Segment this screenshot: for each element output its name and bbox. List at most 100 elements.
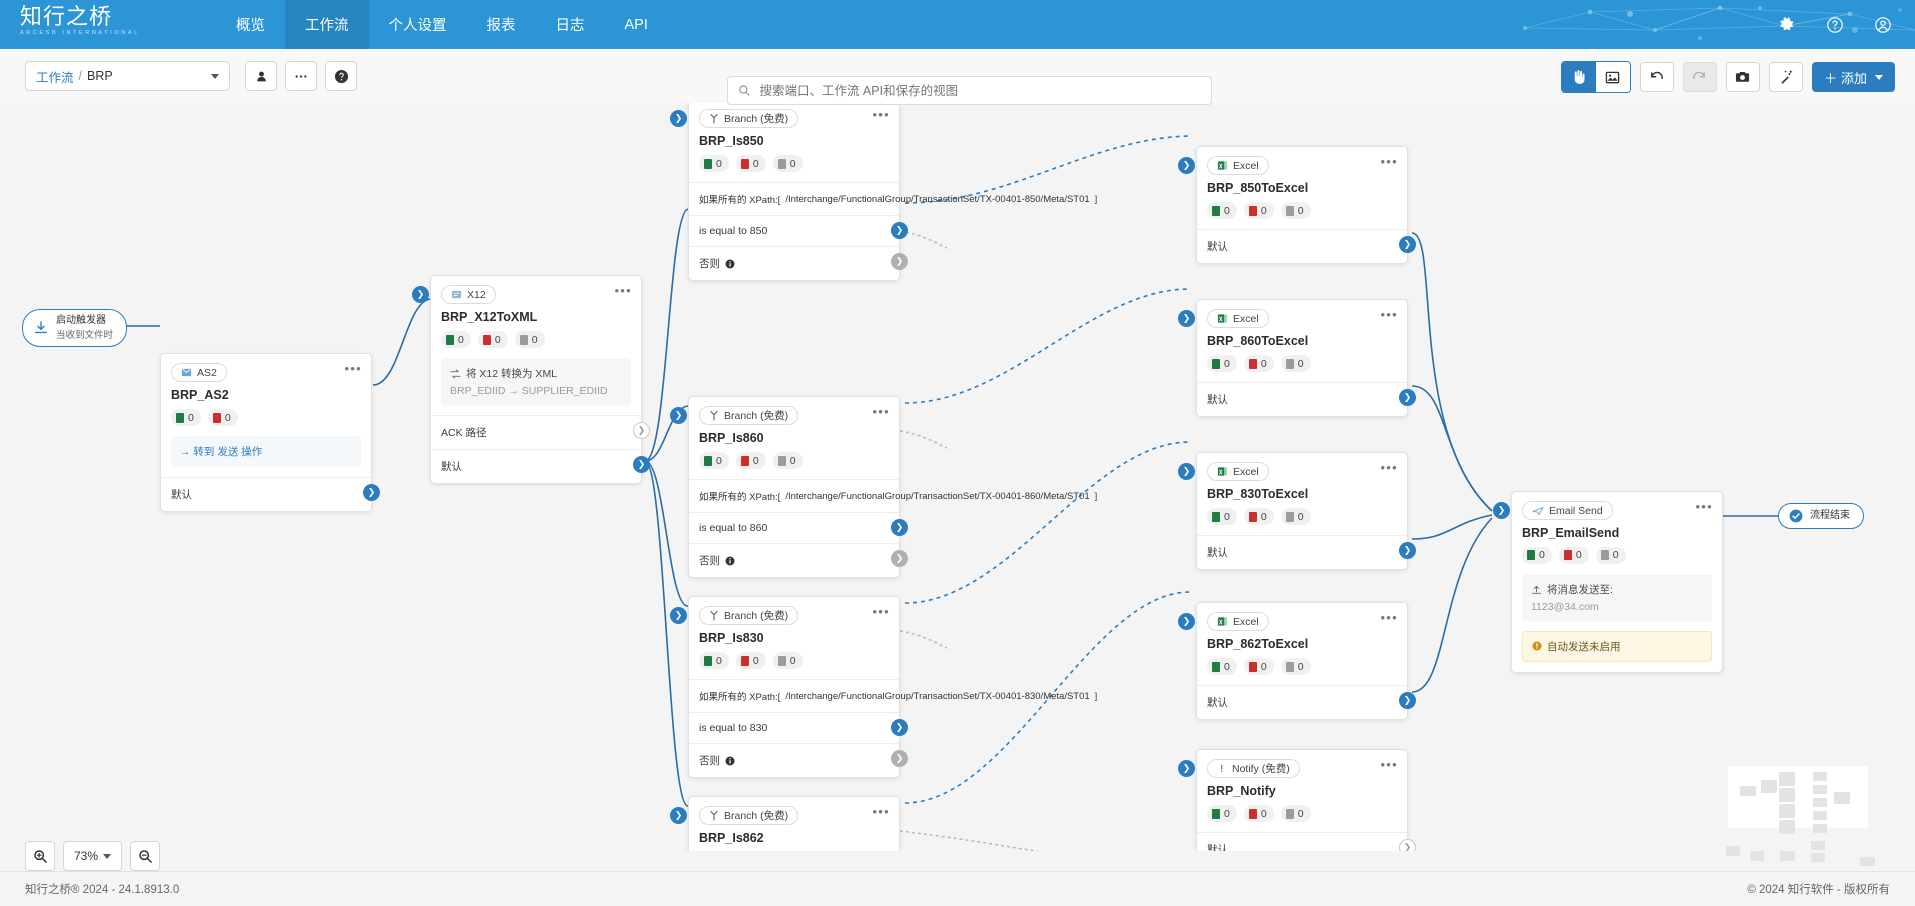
node-menu-icon[interactable]: •••: [872, 405, 890, 418]
node-menu-icon[interactable]: •••: [1380, 611, 1398, 624]
input-port[interactable]: ❯: [1178, 613, 1195, 630]
badge-pending[interactable]: 0: [772, 452, 803, 469]
node-menu-icon[interactable]: •••: [614, 284, 632, 297]
pan-tool-button[interactable]: [1561, 62, 1596, 92]
output-port-ack[interactable]: ❯: [633, 422, 650, 439]
input-port[interactable]: ❯: [670, 110, 687, 127]
output-port[interactable]: ❯: [633, 456, 650, 473]
node-branch-is830[interactable]: Branch (免费) ••• ❯ BRP_Is830 0 0 0 如果所有的 …: [670, 596, 1097, 778]
badge-pending[interactable]: 0: [1280, 355, 1311, 372]
badge-pending[interactable]: 0: [1280, 508, 1311, 525]
node-branch-is860[interactable]: Branch (免费) ••• ❯ BRP_Is860 0 0 0 如果所有的 …: [670, 396, 1097, 578]
node-menu-icon[interactable]: •••: [1380, 155, 1398, 168]
output-port[interactable]: ❯: [1399, 389, 1416, 406]
badge-success[interactable]: 0: [441, 331, 471, 348]
node-condition-row[interactable]: is equal to 830 ❯: [689, 712, 908, 743]
node-branch-is850[interactable]: Branch (免费) ••• ❯ BRP_Is850 0 0 0 如果所有的 …: [670, 103, 1097, 281]
output-port[interactable]: ❯: [1399, 236, 1416, 253]
node-ack-path-row[interactable]: ACK 路径 ❯: [431, 415, 650, 449]
badge-success[interactable]: 0: [1207, 508, 1237, 525]
node-excel-860[interactable]: Excel ••• ❯ BRP_860ToExcel 0 0 0 默认 ❯: [1178, 299, 1416, 417]
badge-pending[interactable]: 0: [1280, 202, 1311, 219]
node-menu-icon[interactable]: •••: [872, 605, 890, 618]
add-button[interactable]: ＋ 添加: [1811, 62, 1895, 92]
input-port[interactable]: ❯: [1178, 463, 1195, 480]
minimap-viewport[interactable]: [1728, 766, 1868, 834]
badge-error[interactable]: 0: [1243, 658, 1274, 675]
badge-success[interactable]: 0: [1207, 658, 1237, 675]
flow-end[interactable]: 流程结束: [1778, 503, 1864, 529]
node-menu-icon[interactable]: •••: [872, 805, 890, 818]
global-search[interactable]: [727, 76, 1212, 105]
node-x12[interactable]: X12 ••• ❯ BRP_X12ToXML 0 0 0 将 X12 转换为 X…: [412, 275, 650, 484]
select-tool-button[interactable]: [1595, 62, 1630, 92]
auto-layout-button[interactable]: [1768, 62, 1803, 92]
badge-error[interactable]: 0: [735, 652, 766, 669]
badge-error[interactable]: 0: [735, 155, 766, 172]
badge-pending[interactable]: 0: [1280, 658, 1311, 675]
output-port-otherwise[interactable]: ❯: [891, 550, 908, 567]
badge-success[interactable]: 0: [699, 452, 729, 469]
output-port-true[interactable]: ❯: [891, 222, 908, 239]
nav-item-overview[interactable]: 概览: [216, 0, 285, 49]
output-port[interactable]: ❯: [1399, 692, 1416, 709]
canvas-minimap[interactable]: [1720, 758, 1895, 870]
node-menu-icon[interactable]: •••: [1380, 308, 1398, 321]
zoom-out-button[interactable]: [130, 841, 161, 871]
node-condition-row[interactable]: is equal to 850 ❯: [689, 215, 908, 246]
output-port-otherwise[interactable]: ❯: [891, 253, 908, 270]
badge-success[interactable]: 0: [699, 155, 729, 172]
badge-success[interactable]: 0: [1207, 805, 1237, 822]
output-port-otherwise[interactable]: ❯: [891, 750, 908, 767]
search-input[interactable]: [757, 82, 1201, 99]
badge-error[interactable]: 0: [477, 331, 508, 348]
input-port[interactable]: ❯: [412, 286, 429, 303]
badge-error[interactable]: 0: [1558, 546, 1589, 564]
nav-item-logs[interactable]: 日志: [536, 0, 605, 49]
badge-success[interactable]: 0: [1207, 202, 1237, 219]
nav-item-profile[interactable]: 个人设置: [369, 0, 467, 49]
input-port[interactable]: ❯: [1178, 157, 1195, 174]
nav-item-reports[interactable]: 报表: [467, 0, 536, 49]
breadcrumb-root[interactable]: 工作流: [36, 67, 74, 86]
workflow-more-button[interactable]: [285, 61, 317, 91]
node-otherwise-row[interactable]: 否则 ❯: [689, 743, 908, 777]
node-excel-830[interactable]: Excel ••• ❯ BRP_830ToExcel 0 0 0 默认 ❯: [1178, 452, 1416, 570]
node-notify[interactable]: Notify (免费) ••• ❯ BRP_Notify 0 0 0 默认 ❯: [1178, 749, 1416, 851]
node-otherwise-row[interactable]: 否则 ❯: [689, 543, 908, 577]
node-menu-icon[interactable]: •••: [872, 108, 890, 121]
undo-button[interactable]: [1639, 62, 1674, 92]
redo-button[interactable]: [1682, 62, 1717, 92]
nav-item-workflow[interactable]: 工作流: [285, 0, 369, 49]
node-otherwise-row[interactable]: 否则 ❯: [689, 246, 908, 280]
gear-icon[interactable]: [1777, 15, 1797, 35]
badge-success[interactable]: 0: [699, 652, 729, 669]
workflow-selector[interactable]: 工作流 / BRP: [25, 61, 230, 91]
node-goto-link[interactable]: → 转到 发送 操作: [171, 436, 361, 467]
badge-pending[interactable]: 0: [514, 331, 545, 348]
output-port-true[interactable]: ❯: [891, 719, 908, 736]
input-port[interactable]: ❯: [670, 607, 687, 624]
badge-error[interactable]: 0: [1243, 805, 1274, 822]
node-menu-icon[interactable]: •••: [344, 362, 362, 375]
node-excel-862[interactable]: Excel ••• ❯ BRP_862ToExcel 0 0 0 默认 ❯: [1178, 602, 1416, 720]
app-logo[interactable]: 知行之桥 ARCESB INTERNATIONAL: [20, 4, 140, 45]
snapshot-button[interactable]: [1725, 62, 1760, 92]
input-port[interactable]: ❯: [1178, 760, 1195, 777]
badge-success[interactable]: 0: [171, 409, 201, 426]
workflow-user-button[interactable]: [245, 61, 277, 91]
badge-success[interactable]: 0: [1522, 546, 1552, 564]
account-icon[interactable]: [1873, 15, 1893, 35]
badge-success[interactable]: 0: [1207, 355, 1237, 372]
output-port[interactable]: ❯: [1399, 839, 1416, 851]
help-icon[interactable]: [1825, 15, 1845, 35]
zoom-level-select[interactable]: 73%: [63, 841, 123, 871]
badge-pending[interactable]: 0: [772, 652, 803, 669]
input-port[interactable]: ❯: [1493, 502, 1510, 519]
zoom-in-button[interactable]: [25, 841, 55, 871]
output-port-true[interactable]: ❯: [891, 519, 908, 536]
start-trigger[interactable]: 启动触发器 当收到文件时: [22, 309, 128, 347]
node-menu-icon[interactable]: •••: [1695, 500, 1713, 513]
input-port[interactable]: ❯: [670, 407, 687, 424]
output-port[interactable]: ❯: [363, 484, 380, 501]
